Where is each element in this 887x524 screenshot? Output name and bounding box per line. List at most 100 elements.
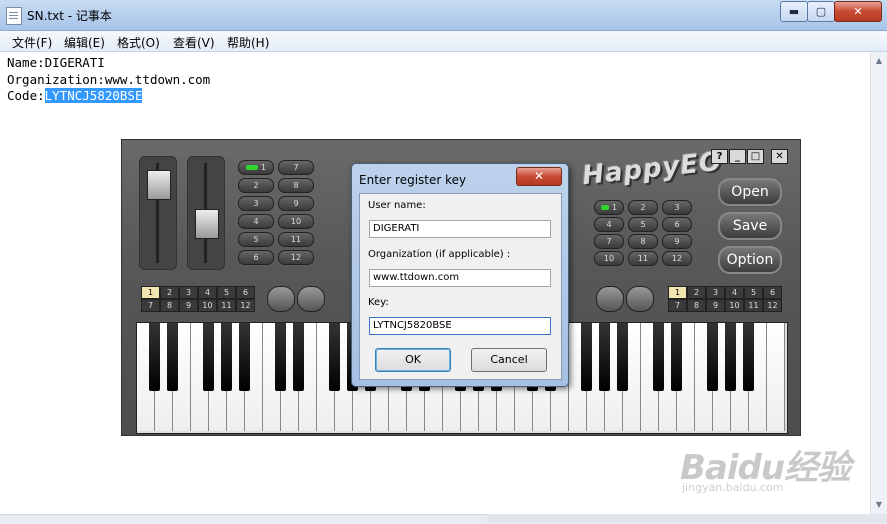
open-button[interactable]: Open: [718, 178, 782, 206]
black-key[interactable]: [617, 323, 628, 391]
right-pill-6[interactable]: 6: [662, 217, 692, 232]
option-button[interactable]: Option: [718, 246, 782, 274]
menu-edit[interactable]: 编辑(E): [64, 34, 105, 51]
right-pill-8[interactable]: 8: [628, 234, 658, 249]
left-pill-5[interactable]: 5: [238, 232, 274, 247]
right-preset-5[interactable]: 5: [744, 286, 763, 299]
left-pill-10[interactable]: 10: [278, 214, 314, 229]
black-key[interactable]: [725, 323, 736, 391]
black-key[interactable]: [653, 323, 664, 391]
slider-knob[interactable]: [147, 170, 171, 200]
key-field[interactable]: LYTNCJ5820BSE: [369, 317, 551, 335]
right-pill-2[interactable]: 2: [628, 200, 658, 215]
left-pill-11[interactable]: 11: [278, 232, 314, 247]
right-pill-4[interactable]: 4: [594, 217, 624, 232]
cancel-button[interactable]: Cancel: [471, 348, 547, 372]
black-key[interactable]: [149, 323, 160, 391]
right-preset-1[interactable]: 1: [668, 286, 687, 299]
black-key[interactable]: [203, 323, 214, 391]
left-preset-7[interactable]: 7: [141, 299, 160, 312]
left-preset-3[interactable]: 3: [179, 286, 198, 299]
left-preset-6[interactable]: 6: [236, 286, 255, 299]
right-preset-9[interactable]: 9: [706, 299, 725, 312]
close-button[interactable]: ✕: [834, 1, 882, 22]
vertical-scrollbar[interactable]: ▲ ▼: [870, 52, 887, 514]
right-preset-10[interactable]: 10: [725, 299, 744, 312]
black-key[interactable]: [239, 323, 250, 391]
left-preset-9[interactable]: 9: [179, 299, 198, 312]
left-pill-3[interactable]: 3: [238, 196, 274, 211]
black-key[interactable]: [671, 323, 682, 391]
menu-view[interactable]: 查看(V): [173, 34, 215, 51]
right-preset-8[interactable]: 8: [687, 299, 706, 312]
app-restore-button[interactable]: □: [747, 149, 764, 164]
right-pill-5[interactable]: 5: [628, 217, 658, 232]
volume-slider[interactable]: [139, 156, 177, 270]
right-next-icon[interactable]: [626, 286, 654, 312]
save-button[interactable]: Save: [718, 212, 782, 240]
left-pill-12[interactable]: 12: [278, 250, 314, 265]
app-close-button[interactable]: ✕: [771, 149, 788, 164]
left-pill-4[interactable]: 4: [238, 214, 274, 229]
white-key[interactable]: [767, 323, 785, 431]
left-pill-9[interactable]: 9: [278, 196, 314, 211]
left-pill-7[interactable]: 7: [278, 160, 314, 175]
right-preset-2[interactable]: 2: [687, 286, 706, 299]
right-preset-7[interactable]: 7: [668, 299, 687, 312]
right-preset-3[interactable]: 3: [706, 286, 725, 299]
left-prev-icon[interactable]: [267, 286, 295, 312]
left-pill-2[interactable]: 2: [238, 178, 274, 193]
black-key[interactable]: [293, 323, 304, 391]
right-pill-7[interactable]: 7: [594, 234, 624, 249]
right-pill-11[interactable]: 11: [628, 251, 658, 266]
left-preset-11[interactable]: 11: [217, 299, 236, 312]
menu-help[interactable]: 帮助(H): [227, 34, 269, 51]
maximize-button[interactable]: ▢: [807, 1, 835, 22]
left-preset-4[interactable]: 4: [198, 286, 217, 299]
key-label: Key:: [368, 297, 389, 308]
ok-button[interactable]: OK: [375, 348, 451, 372]
organization-field[interactable]: www.ttdown.com: [369, 269, 551, 287]
right-preset-4[interactable]: 4: [725, 286, 744, 299]
black-key[interactable]: [707, 323, 718, 391]
app-minimize-button[interactable]: _: [729, 149, 746, 164]
left-pill-6[interactable]: 6: [238, 250, 274, 265]
user-name-field[interactable]: DIGERATI: [369, 220, 551, 238]
right-preset-11[interactable]: 11: [744, 299, 763, 312]
black-key[interactable]: [581, 323, 592, 391]
slider-knob[interactable]: [195, 209, 219, 239]
right-preset-12[interactable]: 12: [763, 299, 782, 312]
right-prev-icon[interactable]: [596, 286, 624, 312]
black-key[interactable]: [275, 323, 286, 391]
black-key[interactable]: [599, 323, 610, 391]
help-button[interactable]: ?: [711, 149, 728, 164]
black-key[interactable]: [167, 323, 178, 391]
right-preset-6[interactable]: 6: [763, 286, 782, 299]
right-pill-12[interactable]: 12: [662, 251, 692, 266]
left-preset-2[interactable]: 2: [160, 286, 179, 299]
selected-code[interactable]: LYTNCJ5820BSE: [44, 88, 143, 103]
title-bar: SN.txt - 记事本 ▬ ▢ ✕: [0, 0, 887, 31]
minimize-button[interactable]: ▬: [780, 1, 808, 22]
left-pill-1[interactable]: 1: [238, 160, 274, 175]
left-preset-8[interactable]: 8: [160, 299, 179, 312]
black-key[interactable]: [329, 323, 340, 391]
left-pill-8[interactable]: 8: [278, 178, 314, 193]
right-pill-9[interactable]: 9: [662, 234, 692, 249]
black-key[interactable]: [221, 323, 232, 391]
left-preset-1[interactable]: 1: [141, 286, 160, 299]
right-pill-10[interactable]: 10: [594, 251, 624, 266]
scroll-down-icon[interactable]: ▼: [873, 498, 885, 512]
left-preset-5[interactable]: 5: [217, 286, 236, 299]
left-preset-12[interactable]: 12: [236, 299, 255, 312]
right-pill-3[interactable]: 3: [662, 200, 692, 215]
scroll-up-icon[interactable]: ▲: [873, 54, 885, 68]
right-pill-1[interactable]: 1: [594, 200, 624, 215]
menu-format[interactable]: 格式(O): [117, 34, 160, 51]
left-next-icon[interactable]: [297, 286, 325, 312]
dialog-close-button[interactable]: ✕: [516, 167, 562, 186]
pitch-slider[interactable]: [187, 156, 225, 270]
black-key[interactable]: [743, 323, 754, 391]
left-preset-10[interactable]: 10: [198, 299, 217, 312]
menu-file[interactable]: 文件(F): [12, 34, 52, 51]
